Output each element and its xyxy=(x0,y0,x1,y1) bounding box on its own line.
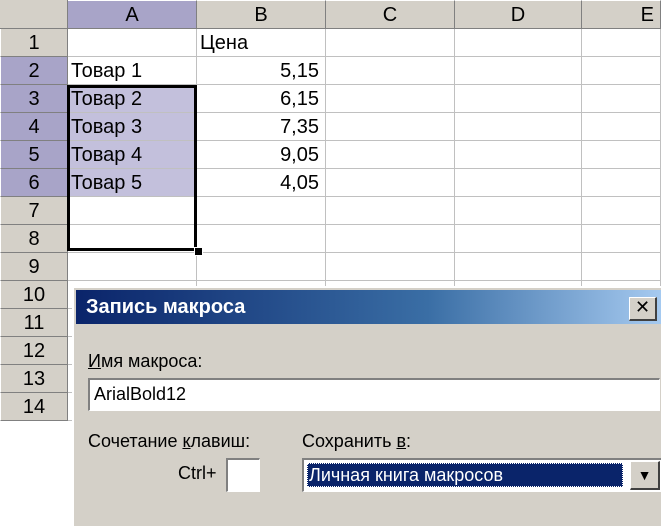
ctrl-label: Ctrl+ xyxy=(178,463,217,483)
macro-name-label: Имя макроса: xyxy=(88,351,203,371)
product-cell[interactable]: Товар 2 xyxy=(68,85,197,113)
row-header[interactable]: 1 xyxy=(0,29,68,57)
shortcut-label: Сочетание клавиш: xyxy=(88,431,251,451)
grid-cell[interactable] xyxy=(68,29,197,57)
save-in-label: Сохранить в: xyxy=(302,431,412,451)
product-cell[interactable]: Товар 5 xyxy=(68,169,197,197)
grid-cell[interactable] xyxy=(326,253,455,281)
grid-cell[interactable] xyxy=(582,141,661,169)
select-all-corner[interactable] xyxy=(0,0,68,29)
column-header-a[interactable]: A xyxy=(68,0,197,29)
grid-cell[interactable] xyxy=(582,29,661,57)
grid-cell[interactable] xyxy=(455,57,582,85)
row-header[interactable]: 2 xyxy=(0,57,68,85)
row-header[interactable]: 14 xyxy=(0,393,68,421)
grid-cell[interactable] xyxy=(326,225,455,253)
row-header[interactable]: 6 xyxy=(0,169,68,197)
save-in-select[interactable]: Личная книга макросов ▼ xyxy=(302,458,661,492)
grid-cell[interactable] xyxy=(197,253,326,281)
grid-cell[interactable] xyxy=(68,197,197,225)
row-header[interactable]: 5 xyxy=(0,141,68,169)
price-cell[interactable]: 4,05 xyxy=(197,169,326,197)
save-in-selected-value: Личная книга макросов xyxy=(307,463,623,487)
grid-cell[interactable] xyxy=(582,225,661,253)
grid-cell[interactable] xyxy=(68,253,197,281)
row-header[interactable]: 7 xyxy=(0,197,68,225)
row-header[interactable]: 11 xyxy=(0,309,68,337)
close-icon: ✕ xyxy=(634,297,651,317)
column-header-d[interactable]: D xyxy=(455,0,582,29)
grid-cell[interactable] xyxy=(582,253,661,281)
grid-cell[interactable] xyxy=(326,29,455,57)
grid-cell[interactable] xyxy=(197,197,326,225)
grid-cell[interactable] xyxy=(455,29,582,57)
row-header[interactable]: 12 xyxy=(0,337,68,365)
price-cell[interactable]: 9,05 xyxy=(197,141,326,169)
record-macro-dialog: Запись макроса ✕ Имя макроса: ArialBold1… xyxy=(72,286,661,526)
close-button[interactable]: ✕ xyxy=(629,297,657,321)
chevron-down-icon: ▼ xyxy=(637,467,652,483)
dialog-title: Запись макроса xyxy=(86,296,246,318)
grid-cell[interactable] xyxy=(455,169,582,197)
grid-cell[interactable] xyxy=(455,141,582,169)
dialog-title-bar[interactable]: Запись макроса ✕ xyxy=(76,290,661,324)
grid-cell[interactable] xyxy=(326,169,455,197)
grid-cell[interactable] xyxy=(582,57,661,85)
price-cell[interactable]: 5,15 xyxy=(197,57,326,85)
grid-cell[interactable] xyxy=(197,225,326,253)
row-header[interactable]: 4 xyxy=(0,113,68,141)
grid-cell[interactable] xyxy=(68,225,197,253)
fill-handle[interactable] xyxy=(194,247,203,256)
grid-cell[interactable] xyxy=(582,113,661,141)
macro-name-input[interactable]: ArialBold12 xyxy=(88,378,660,411)
shortcut-key-input[interactable] xyxy=(226,458,260,492)
grid-cell[interactable] xyxy=(455,113,582,141)
column-header-e[interactable]: E xyxy=(582,0,661,29)
grid-cell[interactable] xyxy=(455,225,582,253)
product-cell[interactable]: Товар 3 xyxy=(68,113,197,141)
grid-cell[interactable] xyxy=(582,197,661,225)
grid-cell[interactable] xyxy=(582,85,661,113)
column-header-b[interactable]: B xyxy=(197,0,326,29)
grid-cell[interactable] xyxy=(455,253,582,281)
grid-cell[interactable] xyxy=(326,197,455,225)
price-cell[interactable]: 7,35 xyxy=(197,113,326,141)
grid-cell[interactable] xyxy=(326,57,455,85)
row-header[interactable]: 9 xyxy=(0,253,68,281)
product-cell[interactable]: Товар 4 xyxy=(68,141,197,169)
column-header-c[interactable]: C xyxy=(326,0,455,29)
grid-cell[interactable] xyxy=(326,113,455,141)
grid-cell[interactable] xyxy=(326,141,455,169)
grid-cell[interactable] xyxy=(455,85,582,113)
save-in-dropdown-button[interactable]: ▼ xyxy=(630,461,660,490)
grid-cell[interactable] xyxy=(455,197,582,225)
grid-cell[interactable] xyxy=(326,85,455,113)
row-header[interactable]: 8 xyxy=(0,225,68,253)
row-header[interactable]: 10 xyxy=(0,281,68,309)
row-header[interactable]: 3 xyxy=(0,85,68,113)
product-cell[interactable]: Товар 1 xyxy=(68,57,197,85)
price-cell[interactable]: 6,15 xyxy=(197,85,326,113)
grid-cell[interactable] xyxy=(582,169,661,197)
row-header[interactable]: 13 xyxy=(0,365,68,393)
price-header-cell[interactable]: Цена xyxy=(197,29,326,57)
